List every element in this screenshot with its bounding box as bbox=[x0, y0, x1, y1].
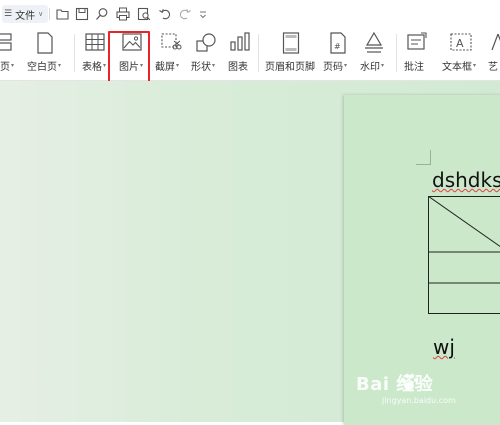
ribbon-label: 形状 bbox=[191, 58, 211, 73]
comment-icon bbox=[406, 32, 428, 54]
dropdown-caret-icon: ▾ bbox=[11, 62, 14, 69]
dropdown-caret-icon: ▾ bbox=[176, 62, 179, 69]
paw-icon bbox=[398, 371, 420, 393]
ribbon-screenshot[interactable]: 截屏▾ bbox=[154, 28, 186, 80]
dropdown-caret-icon: ▾ bbox=[212, 62, 215, 69]
ribbon-chart[interactable]: 图表 bbox=[226, 28, 254, 80]
ribbon-wordart[interactable]: 艺 bbox=[488, 28, 500, 80]
undo-icon[interactable] bbox=[158, 7, 172, 21]
ribbon-table[interactable]: 表格▾ bbox=[80, 28, 110, 80]
file-menu[interactable]: ☰ 文件 ∨ bbox=[2, 5, 48, 23]
svg-text:A: A bbox=[456, 37, 464, 50]
wordart-icon bbox=[490, 32, 500, 52]
quick-access-bar: ☰ 文件 ∨ bbox=[0, 0, 500, 28]
print-preview-icon[interactable] bbox=[137, 7, 151, 21]
insert-ribbon: 页▾ 空白页▾ 表格▾ 图片▾ bbox=[0, 28, 500, 81]
ribbon-header-footer[interactable]: 页眉和页脚 bbox=[264, 28, 318, 80]
ribbon-label: 图表 bbox=[228, 58, 248, 73]
ribbon-textbox[interactable]: A 文本框▾ bbox=[440, 28, 484, 80]
baidu-watermark: Bai 经验 jingyan.baidu.com bbox=[356, 370, 476, 414]
watermark-icon bbox=[364, 32, 384, 54]
svg-text:#: # bbox=[334, 42, 341, 51]
screenshot-icon bbox=[160, 32, 182, 52]
chevron-down-icon: ∨ bbox=[38, 10, 43, 18]
print-icon[interactable] bbox=[116, 7, 130, 21]
document-text-line[interactable]: wj bbox=[433, 335, 455, 359]
watermark-main-text: Bai 经验 bbox=[356, 370, 433, 396]
ribbon-label: 艺 bbox=[488, 58, 498, 73]
dropdown-caret-icon: ▾ bbox=[381, 62, 384, 69]
divider bbox=[49, 8, 50, 20]
open-folder-icon[interactable] bbox=[56, 7, 70, 21]
ribbon-page-break[interactable]: 页▾ bbox=[0, 28, 22, 80]
menu-icon: ☰ bbox=[4, 9, 12, 19]
ribbon-label: 页 bbox=[0, 58, 10, 73]
customize-dropdown-icon[interactable] bbox=[198, 7, 208, 21]
textbox-icon: A bbox=[450, 32, 472, 52]
ribbon-watermark[interactable]: 水印▾ bbox=[358, 28, 390, 80]
shapes-icon bbox=[195, 32, 217, 54]
ribbon-page-number[interactable]: # 页码▾ bbox=[322, 28, 352, 80]
ribbon-label: 页码 bbox=[323, 58, 343, 73]
blank-page-icon bbox=[36, 32, 54, 54]
divider bbox=[258, 34, 259, 72]
page-break-icon bbox=[0, 32, 14, 52]
header-footer-icon bbox=[282, 32, 300, 54]
search-icon[interactable] bbox=[95, 7, 109, 21]
ribbon-label: 空白页 bbox=[27, 58, 57, 73]
page-number-icon: # bbox=[329, 32, 347, 54]
ribbon-shapes[interactable]: 形状▾ bbox=[190, 28, 222, 80]
watermark-sub-text: jingyan.baidu.com bbox=[382, 396, 456, 405]
chart-icon bbox=[229, 32, 251, 52]
ribbon-label: 批注 bbox=[404, 58, 424, 73]
dropdown-caret-icon: ▾ bbox=[473, 62, 476, 69]
document-text-line[interactable]: dshdksh bbox=[432, 168, 500, 192]
ribbon-blank-page[interactable]: 空白页▾ bbox=[26, 28, 66, 80]
ribbon-label: 页眉和页脚 bbox=[265, 58, 315, 73]
dropdown-caret-icon: ▾ bbox=[58, 62, 61, 69]
save-icon[interactable] bbox=[75, 7, 89, 21]
file-menu-label: 文件 bbox=[15, 7, 35, 22]
ribbon-label: 水印 bbox=[360, 58, 380, 73]
margin-corner-mark bbox=[416, 150, 431, 165]
dropdown-caret-icon: ▾ bbox=[344, 62, 347, 69]
ribbon-label: 截屏 bbox=[155, 58, 175, 73]
table-icon bbox=[85, 32, 105, 52]
redo-icon[interactable] bbox=[178, 7, 192, 21]
divider bbox=[74, 34, 75, 72]
ribbon-comment[interactable]: 批注 bbox=[402, 28, 432, 80]
dropdown-caret-icon: ▾ bbox=[103, 62, 106, 69]
ribbon-label: 文本框 bbox=[442, 58, 472, 73]
divider bbox=[396, 34, 397, 72]
ribbon-label: 表格 bbox=[82, 58, 102, 73]
document-table[interactable] bbox=[428, 196, 500, 314]
